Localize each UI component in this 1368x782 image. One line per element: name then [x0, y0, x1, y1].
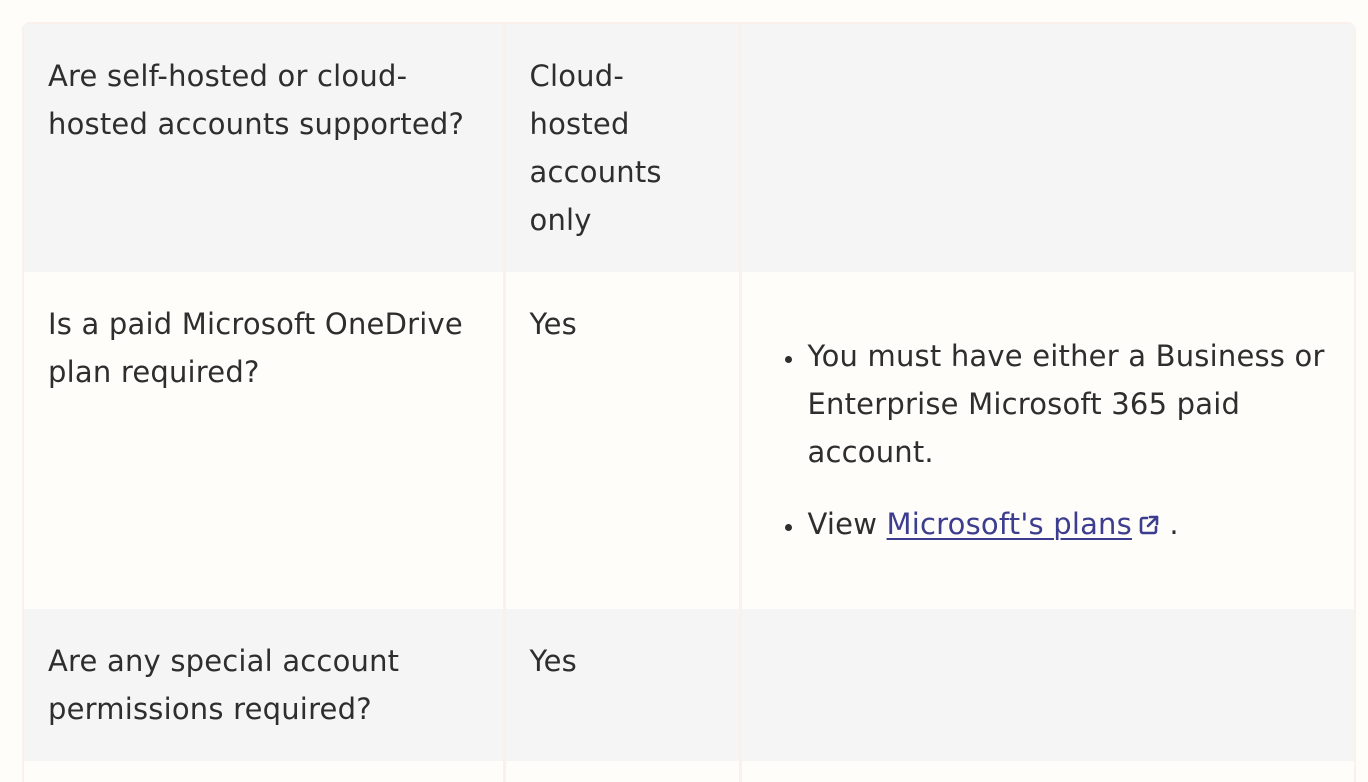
table-row: Are self-hosted or cloud-hosted accounts… [24, 24, 1354, 272]
question-cell: Are self-hosted or cloud-hosted accounts… [24, 24, 506, 272]
answer-cell: Yes [504, 609, 742, 761]
notes-cell: You must have either a Business or Enter… [740, 272, 1354, 609]
question-cell: Is a paid Microsoft OneDrive plan requir… [24, 272, 506, 609]
notes-list: You must have either a Business or Enter… [780, 332, 1331, 548]
requirements-table: Are self-hosted or cloud-hosted accounts… [24, 24, 1354, 782]
notes-cell [740, 609, 1354, 761]
list-item: You must have either a Business or Enter… [806, 332, 1331, 476]
list-item: View Microsoft's plans . [806, 500, 1331, 548]
answer-cell: Cloud-hosted accounts only [504, 24, 742, 272]
view-suffix: . [1169, 507, 1179, 541]
answer-cell: Yes [504, 272, 742, 609]
microsoft-plans-link[interactable]: Microsoft's plans [887, 507, 1132, 541]
view-prefix: View [807, 507, 878, 541]
note-text: You must have either a Business or Enter… [807, 339, 1325, 469]
table-row: Is a paid Microsoft OneDrive plan requir… [24, 272, 1354, 609]
table-row: Are any special account permissions requ… [24, 609, 1354, 761]
microsoft-plans-link-label: Microsoft's plans [886, 507, 1132, 541]
faq-table-container: Are self-hosted or cloud-hosted accounts… [22, 22, 1356, 782]
question-cell: Are any special account permissions requ… [24, 609, 506, 761]
external-link-icon[interactable] [1138, 502, 1160, 535]
notes-cell [740, 24, 1354, 272]
